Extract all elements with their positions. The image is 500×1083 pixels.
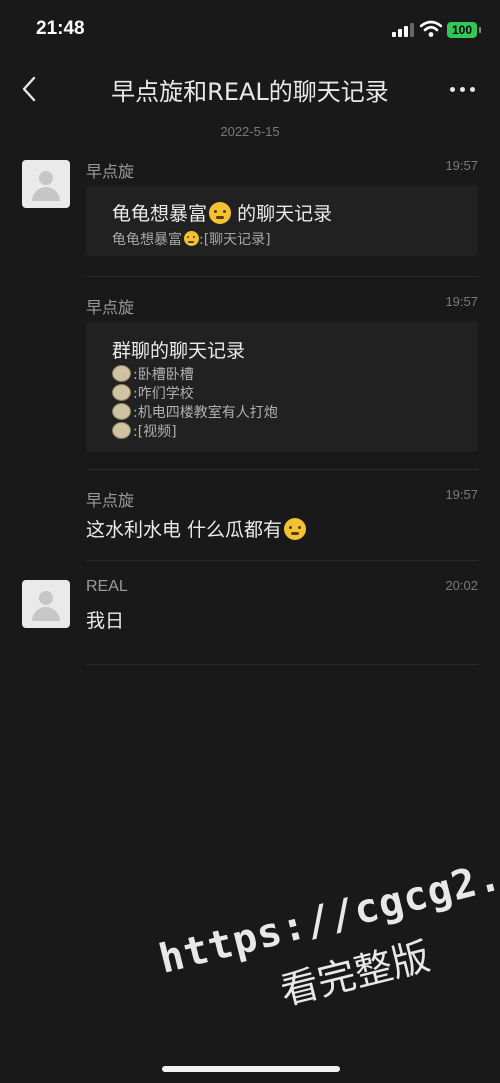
card-title: 群聊的聊天记录	[112, 340, 246, 362]
forwarded-chat-card[interactable]: 群聊的聊天记录 :卧槽卧槽 :咋们学校 :机电四楼教室有人打炮 :[视频]	[86, 322, 478, 452]
person-emoji-icon	[184, 231, 199, 246]
card-line: :咋们学校	[112, 383, 194, 403]
nav-bar: 早点旋和REAL的聊天记录	[0, 60, 500, 118]
avatar[interactable]	[22, 580, 70, 628]
divider	[86, 276, 478, 277]
back-button[interactable]	[14, 72, 46, 106]
status-bar: 21:48 100	[0, 0, 500, 60]
avatar[interactable]	[22, 160, 70, 208]
home-indicator[interactable]	[162, 1066, 340, 1072]
sender-name: 早点旋	[86, 491, 135, 510]
card-line: :机电四楼教室有人打炮	[112, 402, 278, 422]
more-options-button[interactable]	[440, 76, 484, 102]
card-title: 龟龟想暴富 的聊天记录	[112, 202, 333, 225]
message-time: 19:57	[445, 158, 478, 173]
battery-cap	[479, 27, 481, 33]
divider	[86, 469, 478, 470]
message-text[interactable]: 这水利水电 什么瓜都有	[86, 515, 307, 542]
date-stamp: 2022-5-15	[220, 124, 280, 139]
avatar-emoji-icon	[112, 403, 131, 420]
status-time: 21:48	[36, 18, 85, 39]
shocked-face-emoji-icon	[284, 518, 307, 540]
message-time: 20:02	[445, 578, 478, 593]
sender-name: 早点旋	[86, 162, 135, 181]
page-title: 早点旋和REAL的聊天记录	[111, 78, 389, 106]
sender-name: REAL	[86, 578, 128, 595]
sender-name: 早点旋	[86, 298, 135, 317]
divider	[86, 560, 478, 561]
cellular-signal-icon	[392, 23, 414, 37]
wifi-icon	[420, 20, 442, 37]
avatar-emoji-icon	[112, 422, 131, 439]
message-time: 19:57	[445, 487, 478, 502]
watermark-text: 看完整版	[276, 934, 435, 1014]
avatar-emoji-icon	[112, 365, 131, 382]
card-line: :[视频]	[112, 421, 177, 441]
watermark: https://cgcg2.co 看完整版	[140, 795, 500, 1045]
message-text[interactable]: 我日	[86, 606, 124, 633]
message-time: 19:57	[445, 294, 478, 309]
card-subtitle: 龟龟想暴富:[聊天记录]	[112, 231, 271, 248]
forwarded-chat-card[interactable]: 龟龟想暴富 的聊天记录 龟龟想暴富:[聊天记录]	[86, 186, 478, 256]
watermark-url: https://cgcg2.co	[154, 841, 500, 983]
avatar-emoji-icon	[112, 384, 131, 401]
person-emoji-icon	[209, 202, 232, 224]
battery-icon: 100	[447, 22, 477, 38]
card-line: :卧槽卧槽	[112, 364, 194, 384]
divider	[86, 664, 478, 665]
